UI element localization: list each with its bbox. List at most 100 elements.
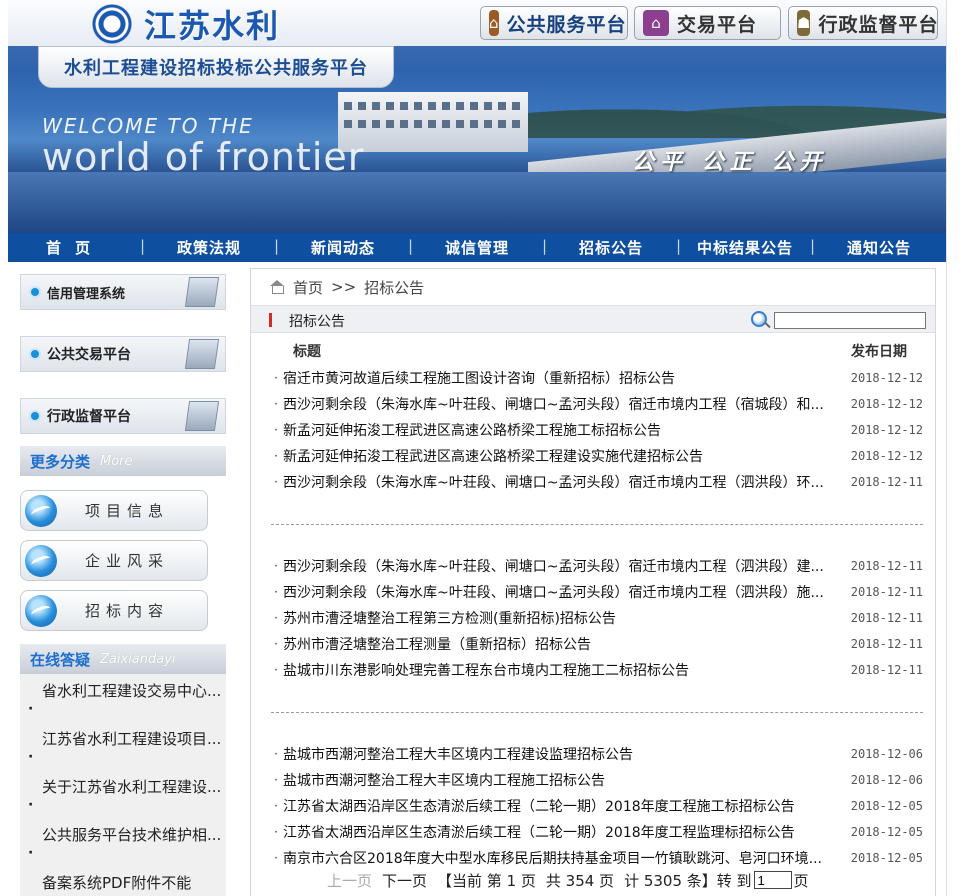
nav-award-result[interactable]: 中标结果公告 (676, 237, 812, 258)
notice-group: · 西沙河剩余段（朱海水库~叶荘段、闸塘口~孟河头段）宿迁市境内工程（泗洪段）建.… (269, 553, 925, 683)
notice-title-link[interactable]: 盐城市西潮河整治工程大丰区境内工程施工招标公告 (283, 770, 843, 790)
folder-icon (184, 339, 220, 369)
bullet: · (274, 637, 278, 651)
document-icon (184, 401, 220, 431)
notice-title-link[interactable]: 新孟河延伸拓浚工程武进区高速公路桥梁工程施工标招标公告 (283, 420, 843, 440)
notice-date: 2018-12-11 (850, 475, 923, 489)
nav-news[interactable]: 新闻动态 (274, 237, 410, 258)
notice-date: 2018-12-12 (850, 449, 923, 463)
banner-building (338, 92, 528, 152)
pager-suffix: 页 (793, 871, 809, 890)
notice-title-link[interactable]: 西沙河剩余段（朱海水库~叶荘段、闸塘口~孟河头段）宿迁市境内工程（泗洪段）建..… (283, 556, 843, 576)
notice-title-link[interactable]: 西沙河剩余段（朱海水库~叶荘段、闸塘口~孟河头段）宿迁市境内工程（宿城段）和..… (283, 394, 843, 414)
notice-date: 2018-12-11 (850, 663, 923, 677)
notice-date: 2018-12-11 (850, 611, 923, 625)
notice-row: · 西沙河剩余段（朱海水库~叶荘段、闸塘口~孟河头段）宿迁市境内工程（泗洪段）建.… (269, 553, 925, 579)
nav-home[interactable]: 首页 (8, 237, 142, 258)
nav-credit[interactable]: 诚信管理 (408, 237, 544, 258)
system-label: 行政监督平台 (47, 409, 131, 425)
notice-title-link[interactable]: 江苏省太湖西沿岸区生态清淤后续工程（二轮一期）2018年度工程施工标招标公告 (283, 796, 843, 816)
pager-total-pages: 共 354 页 (545, 871, 615, 890)
dashed-divider (271, 524, 923, 525)
home-icon: ⌂ (643, 10, 669, 36)
main-content: 首页 >> 招标公告 招标公告 标题 发布日期 · 宿迁市黄河故道后续工程施工图设… (250, 268, 936, 896)
site-logo[interactable]: 江苏水利 (88, 4, 281, 45)
bullet: · (274, 825, 278, 839)
qa-list: 省水利工程建设交易中心... 江苏省水利工程建设项目... 关于江苏省水利工程建… (20, 674, 226, 896)
credit-system-button[interactable]: 信用管理系统 (20, 274, 226, 310)
category-label: 招标内容 (84, 602, 169, 620)
pagination: 上一页 下一页 【当前 第 1 页 共 354 页 计 5305 条】转 到 页 (327, 869, 809, 891)
bullet: · (274, 371, 278, 385)
admin-supervision-platform-button[interactable]: ☗ 行政监督平台 (788, 6, 938, 40)
notice-title-link[interactable]: 盐城市川东港影响处理完善工程东台市境内工程施工二标招标公告 (283, 660, 843, 680)
column-title-header: 标题 (293, 344, 321, 360)
notice-date: 2018-12-05 (850, 799, 923, 813)
banner-water (8, 172, 946, 233)
company-profile-button[interactable]: 企业风采 (20, 540, 208, 581)
bullet: · (274, 773, 278, 787)
nav-bidding-notice[interactable]: 招标公告 (542, 237, 678, 258)
notice-title-link[interactable]: 南京市六合区2018年度大中型水库移民后期扶持基金项目一竹镇耿跳河、皂河口环境.… (283, 848, 843, 868)
prev-page-link[interactable]: 上一页 (327, 870, 372, 891)
notice-title-link[interactable]: 新孟河延伸拓浚工程武进区高速公路桥梁工程建设实施代建招标公告 (283, 446, 843, 466)
notice-date: 2018-12-05 (850, 825, 923, 839)
search-icon[interactable] (751, 311, 767, 327)
breadcrumb: 首页 >> 招标公告 (269, 277, 424, 297)
logo-text: 江苏水利 (144, 7, 281, 45)
heading-en: More (100, 453, 133, 469)
category-label: 项目信息 (84, 502, 169, 520)
notice-title-link[interactable]: 苏州市漕泾塘整治工程测量（重新招标）招标公告 (283, 634, 843, 654)
notice-title-link[interactable]: 西沙河剩余段（朱海水库~叶荘段、闸塘口~孟河头段）宿迁市境内工程（泗洪段）环..… (283, 472, 843, 492)
bullet-icon (29, 410, 41, 422)
bidding-content-button[interactable]: 招标内容 (20, 590, 208, 631)
qa-item[interactable]: 公共服务平台技术维护相... (20, 823, 226, 871)
nav-notification[interactable]: 通知公告 (810, 237, 946, 258)
notice-group: · 宿迁市黄河故道后续工程施工图设计咨询（重新招标）招标公告 2018-12-12 … (269, 365, 925, 495)
notice-row: · 宿迁市黄河故道后续工程施工图设计咨询（重新招标）招标公告 2018-12-12 (269, 365, 925, 391)
notice-row: · 苏州市漕泾塘整治工程测量（重新招标）招标公告 2018-12-11 (269, 631, 925, 657)
world-text: world of frontier (42, 135, 365, 179)
notice-title-link[interactable]: 盐城市西潮河整治工程大丰区境内工程建设监理招标公告 (283, 744, 843, 764)
breadcrumb-home[interactable]: 首页 (293, 277, 323, 298)
qa-item[interactable]: 江苏省水利工程建设项目... (20, 727, 226, 775)
notice-title-link[interactable]: 江苏省太湖西沿岸区生态清淤后续工程（二轮一期）2018年度工程监理标招标公告 (283, 822, 843, 842)
notice-date: 2018-12-05 (850, 851, 923, 865)
bullet: · (274, 475, 278, 489)
notice-title-link[interactable]: 宿迁市黄河故道后续工程施工图设计咨询（重新招标）招标公告 (283, 368, 843, 388)
bullet: · (274, 423, 278, 437)
heading-cn: 更多分类 (30, 452, 91, 471)
platform-title-banner: 水利工程建设招标投标公共服务平台 (38, 46, 394, 88)
public-service-platform-button[interactable]: ⌂ 公共服务平台 (480, 6, 628, 40)
system-label: 信用管理系统 (47, 286, 126, 302)
bullet: · (274, 799, 278, 813)
qa-item[interactable]: 省水利工程建设交易中心... (20, 679, 226, 727)
qa-item[interactable]: 备案系统PDF附件不能 (20, 871, 226, 896)
notice-date: 2018-12-11 (850, 637, 923, 651)
project-info-button[interactable]: 项目信息 (20, 490, 208, 531)
category-label: 企业风采 (84, 552, 169, 570)
heading-en: Zaixiandayi (100, 651, 176, 667)
trade-platform-button[interactable]: ⌂ 交易平台 (634, 6, 781, 40)
notice-group: · 盐城市西潮河整治工程大丰区境内工程建设监理招标公告 2018-12-06 · 盐城… (269, 741, 925, 871)
notice-title-link[interactable]: 西沙河剩余段（朱海水库~叶荘段、闸塘口~孟河头段）宿迁市境内工程（泗洪段）施..… (283, 582, 843, 602)
next-page-link[interactable]: 下一页 (382, 870, 427, 891)
platform-label: 交易平台 (677, 13, 758, 36)
qa-item[interactable]: 关于江苏省水利工程建设... (20, 775, 226, 823)
bullet: · (274, 611, 278, 625)
bullet-icon (29, 286, 41, 298)
nav-policy[interactable]: 政策法规 (140, 237, 276, 258)
notice-row: · 盐城市西潮河整治工程大丰区境内工程施工招标公告 2018-12-06 (269, 767, 925, 793)
notice-title-link[interactable]: 苏州市漕泾塘整治工程第三方检测(重新招标)招标公告 (283, 608, 843, 628)
search-input[interactable] (774, 312, 926, 329)
logo-emblem-icon (88, 4, 136, 44)
page-number-input[interactable] (753, 871, 792, 889)
house-icon: ⌂ (489, 10, 499, 36)
notice-row: · 盐城市川东港影响处理完善工程东台市境内工程施工二标招标公告 2018-12-11 (269, 657, 925, 683)
platform-label: 行政监督平台 (818, 13, 939, 36)
section-title: 招标公告 (289, 314, 345, 330)
public-trade-platform-button[interactable]: 公共交易平台 (20, 336, 226, 372)
admin-platform-button[interactable]: 行政监督平台 (20, 398, 226, 434)
window-edge (946, 0, 970, 896)
platform-title: 水利工程建设招标投标公共服务平台 (64, 58, 368, 79)
